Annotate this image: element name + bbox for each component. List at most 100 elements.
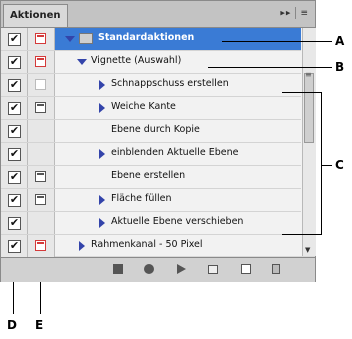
actions-list: ✔ Standardaktionen ✔ Vignette (Auswahl) ✔ Sch… bbox=[1, 28, 315, 258]
toggle-item-checkbox[interactable]: ✔ bbox=[8, 240, 21, 253]
action-label: Ebene erstellen bbox=[111, 170, 186, 181]
action-row[interactable]: ✔ Ebene erstellen bbox=[1, 166, 301, 189]
collapse-arrow-icon[interactable] bbox=[99, 218, 105, 228]
callout-line-e bbox=[40, 282, 41, 314]
play-icon[interactable] bbox=[177, 264, 186, 274]
action-label: Standardaktionen bbox=[98, 32, 195, 43]
toggle-item-checkbox[interactable]: ✔ bbox=[8, 148, 21, 161]
collapse-arrow-icon[interactable] bbox=[79, 241, 85, 251]
collapse-arrow-icon[interactable] bbox=[99, 149, 105, 159]
dialog-toggle-icon[interactable] bbox=[35, 194, 46, 205]
action-label: einblenden Aktuelle Ebene bbox=[111, 147, 239, 158]
action-item[interactable]: Vignette (Auswahl) bbox=[55, 51, 301, 73]
callout-bracket-vertical bbox=[321, 92, 322, 235]
action-item[interactable]: Ebene erstellen bbox=[55, 166, 301, 188]
action-row[interactable]: ✔ Vignette (Auswahl) bbox=[1, 51, 301, 74]
action-label: Weiche Kante bbox=[111, 101, 176, 112]
dialog-toggle-icon[interactable] bbox=[35, 102, 46, 113]
callout-e: E bbox=[35, 318, 44, 332]
callout-a: A bbox=[335, 34, 345, 48]
toggle-column: ✔ bbox=[1, 235, 28, 257]
new-action-icon[interactable] bbox=[241, 264, 251, 274]
dialog-column bbox=[28, 97, 55, 119]
toggle-item-checkbox[interactable]: ✔ bbox=[8, 56, 21, 69]
trash-icon[interactable] bbox=[272, 264, 280, 274]
dialog-toggle-icon[interactable] bbox=[35, 79, 46, 90]
action-item[interactable]: Schnappschuss erstellen bbox=[55, 74, 301, 96]
toggle-column: ✔ bbox=[1, 28, 28, 50]
record-icon[interactable] bbox=[144, 264, 154, 274]
dialog-toggle-icon[interactable] bbox=[35, 171, 46, 182]
action-item[interactable]: Weiche Kante bbox=[55, 97, 301, 119]
action-row[interactable]: ✔ Fläche füllen bbox=[1, 189, 301, 212]
collapse-icon[interactable]: ▸▸ bbox=[280, 9, 291, 19]
dialog-toggle-icon[interactable] bbox=[35, 33, 46, 44]
dialog-toggle-icon[interactable] bbox=[35, 240, 46, 251]
callout-d: D bbox=[7, 318, 17, 332]
dialog-column bbox=[28, 120, 55, 142]
action-row[interactable]: ✔ Ebene durch Kopie bbox=[1, 120, 301, 143]
actions-panel: Aktionen ▸▸ ≡ ✔ Standardaktionen ✔ Vignette … bbox=[0, 0, 316, 282]
toggle-item-checkbox[interactable]: ✔ bbox=[8, 194, 21, 207]
toggle-item-checkbox[interactable]: ✔ bbox=[8, 33, 21, 46]
folder-icon bbox=[79, 33, 93, 44]
toggle-column: ✔ bbox=[1, 74, 28, 96]
action-row[interactable]: ✔ Rahmenkanal - 50 Pixel bbox=[1, 235, 301, 258]
collapse-arrow-icon[interactable] bbox=[99, 103, 105, 113]
dialog-column bbox=[28, 28, 55, 50]
scroll-down-icon[interactable]: ▼ bbox=[305, 246, 310, 254]
action-label: Vignette (Auswahl) bbox=[91, 55, 182, 66]
dialog-column bbox=[28, 212, 55, 234]
action-label: Ebene durch Kopie bbox=[111, 124, 200, 135]
action-item[interactable]: Fläche füllen bbox=[55, 189, 301, 211]
toggle-item-checkbox[interactable]: ✔ bbox=[8, 217, 21, 230]
callout-line-b bbox=[208, 67, 332, 68]
toggle-item-checkbox[interactable]: ✔ bbox=[8, 79, 21, 92]
callout-line-c bbox=[321, 165, 332, 166]
action-item[interactable]: einblenden Aktuelle Ebene bbox=[55, 143, 301, 165]
dialog-column bbox=[28, 143, 55, 165]
callout-b: B bbox=[335, 60, 345, 74]
panel-tab-bar: Aktionen ▸▸ ≡ bbox=[1, 1, 315, 28]
callout-c: C bbox=[335, 158, 344, 172]
action-row[interactable]: ✔ einblenden Aktuelle Ebene bbox=[1, 143, 301, 166]
dialog-column bbox=[28, 51, 55, 73]
expand-arrow-icon[interactable] bbox=[77, 59, 87, 65]
panel-menu-icon[interactable]: ≡ bbox=[300, 9, 309, 19]
action-label: Rahmenkanal - 50 Pixel bbox=[91, 239, 203, 250]
collapse-arrow-icon[interactable] bbox=[99, 195, 105, 205]
expand-arrow-icon[interactable] bbox=[65, 36, 75, 42]
action-item[interactable]: Aktuelle Ebene verschieben bbox=[55, 212, 301, 234]
toggle-item-checkbox[interactable]: ✔ bbox=[8, 102, 21, 115]
scrollbar[interactable]: ▼ bbox=[302, 28, 316, 256]
action-label: Schnappschuss erstellen bbox=[111, 78, 229, 89]
callout-bracket-bottom bbox=[282, 234, 322, 235]
toggle-item-checkbox[interactable]: ✔ bbox=[8, 171, 21, 184]
action-row[interactable]: ✔ Standardaktionen bbox=[1, 28, 301, 51]
callout-line-a bbox=[222, 41, 332, 42]
toggle-column: ✔ bbox=[1, 120, 28, 142]
dialog-column bbox=[28, 74, 55, 96]
dialog-toggle-icon[interactable] bbox=[35, 56, 46, 67]
action-item[interactable]: Rahmenkanal - 50 Pixel bbox=[55, 235, 301, 257]
action-row[interactable]: ✔ Aktuelle Ebene verschieben bbox=[1, 212, 301, 235]
new-set-icon[interactable] bbox=[208, 265, 218, 274]
dialog-column bbox=[28, 166, 55, 188]
action-item[interactable]: Standardaktionen bbox=[55, 28, 301, 50]
action-row[interactable]: ✔ Schnappschuss erstellen bbox=[1, 74, 301, 97]
stop-icon[interactable] bbox=[113, 264, 123, 274]
scrollbar-thumb[interactable] bbox=[304, 70, 314, 143]
toggle-column: ✔ bbox=[1, 212, 28, 234]
toggle-column: ✔ bbox=[1, 51, 28, 73]
callout-line-d bbox=[13, 282, 14, 314]
toggle-column: ✔ bbox=[1, 97, 28, 119]
toggle-item-checkbox[interactable]: ✔ bbox=[8, 125, 21, 138]
action-label: Fläche füllen bbox=[111, 193, 172, 204]
collapse-arrow-icon[interactable] bbox=[99, 80, 105, 90]
dialog-column bbox=[28, 189, 55, 211]
action-row[interactable]: ✔ Weiche Kante bbox=[1, 97, 301, 120]
actions-toolbar bbox=[1, 257, 315, 282]
action-item[interactable]: Ebene durch Kopie bbox=[55, 120, 301, 142]
tab-aktionen[interactable]: Aktionen bbox=[3, 4, 68, 27]
panel-menu[interactable]: ▸▸ ≡ bbox=[280, 7, 309, 19]
